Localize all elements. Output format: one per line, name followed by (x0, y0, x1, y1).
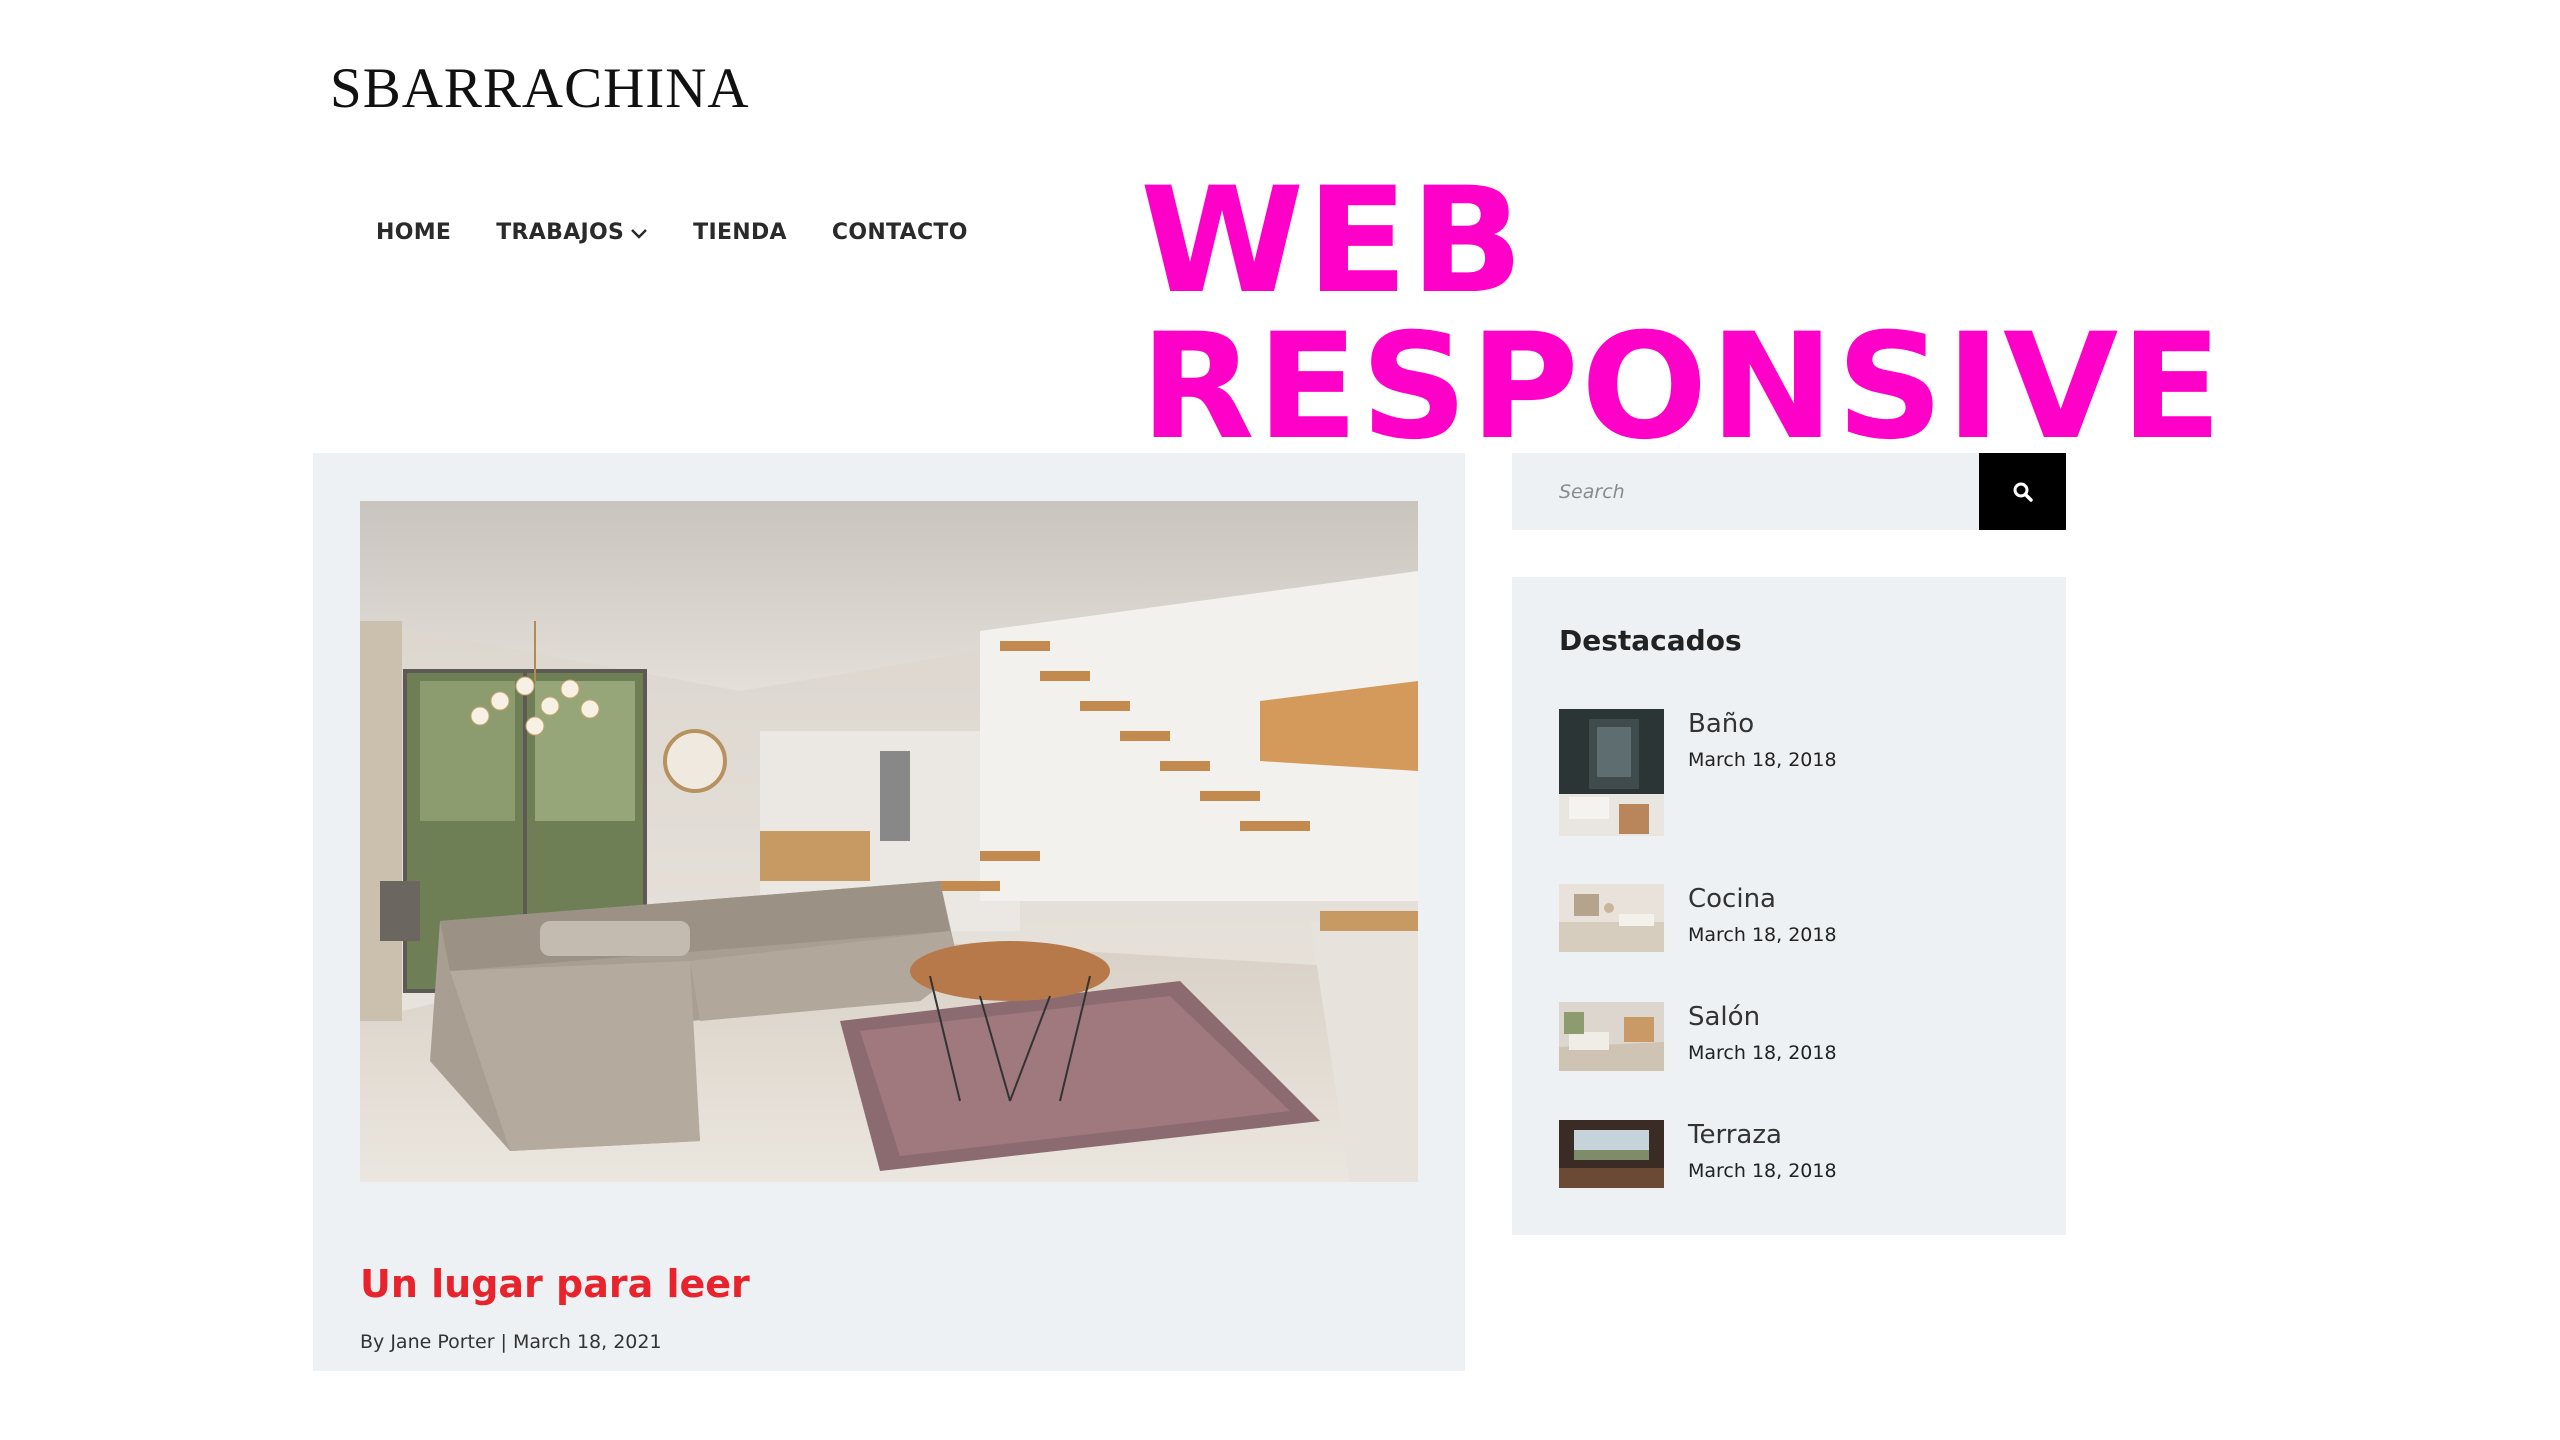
search-form (1512, 453, 2066, 530)
featured-date: March 18, 2018 (1688, 1160, 1837, 1182)
featured-date: March 18, 2018 (1688, 1042, 1837, 1064)
site-title[interactable]: SBARRACHINA (330, 60, 750, 117)
featured-item-cocina[interactable]: Cocina March 18, 2018 (1559, 884, 1837, 952)
featured-date: March 18, 2018 (1688, 924, 1837, 946)
featured-title[interactable]: Salón (1688, 1004, 1837, 1030)
search-button[interactable] (1979, 453, 2066, 530)
featured-heading: Destacados (1559, 624, 1742, 657)
chevron-down-icon (630, 224, 648, 242)
featured-thumbnail[interactable] (1559, 1120, 1664, 1188)
nav-item-trabajos[interactable]: TRABAJOS (496, 222, 648, 244)
nav-label: CONTACTO (831, 220, 968, 245)
nav-label: HOME (376, 220, 452, 245)
featured-item-bano[interactable]: Baño March 18, 2018 (1559, 709, 1837, 836)
featured-thumbnail[interactable] (1559, 884, 1664, 952)
post-featured-image[interactable] (360, 501, 1418, 1182)
featured-item-salon[interactable]: Salón March 18, 2018 (1559, 1002, 1837, 1071)
featured-widget: Destacados Baño March 18, 2018 Cocina Ma… (1512, 577, 2066, 1235)
search-icon (2013, 482, 2033, 502)
nav-label: TRABAJOS (496, 220, 625, 245)
featured-title[interactable]: Cocina (1688, 886, 1837, 912)
post-meta: By Jane Porter | March 18, 2021 (360, 1331, 662, 1353)
search-input[interactable] (1512, 453, 1979, 530)
main-nav: HOME TRABAJOS TIENDA CONTACTO (376, 222, 1013, 244)
promo-banner-text: WEB RESPONSIVE (1140, 156, 2225, 472)
featured-title[interactable]: Terraza (1688, 1122, 1837, 1148)
featured-thumbnail[interactable] (1559, 1002, 1664, 1071)
nav-item-home[interactable]: HOME (376, 222, 451, 244)
post-card: Un lugar para leer By Jane Porter | Marc… (313, 453, 1465, 1371)
featured-item-terraza[interactable]: Terraza March 18, 2018 (1559, 1120, 1837, 1188)
nav-label: TIENDA (693, 220, 787, 245)
featured-date: March 18, 2018 (1688, 749, 1837, 771)
featured-text: Terraza March 18, 2018 (1688, 1120, 1837, 1188)
featured-text: Cocina March 18, 2018 (1688, 884, 1837, 952)
featured-thumbnail[interactable] (1559, 709, 1664, 836)
nav-item-tienda[interactable]: TIENDA (693, 222, 787, 244)
post-title-link[interactable]: Un lugar para leer (360, 1265, 750, 1303)
nav-item-contacto[interactable]: CONTACTO (832, 222, 968, 244)
featured-text: Baño March 18, 2018 (1688, 709, 1837, 836)
featured-text: Salón March 18, 2018 (1688, 1002, 1837, 1071)
living-room-illustration (360, 501, 1418, 1182)
featured-title[interactable]: Baño (1688, 711, 1837, 737)
